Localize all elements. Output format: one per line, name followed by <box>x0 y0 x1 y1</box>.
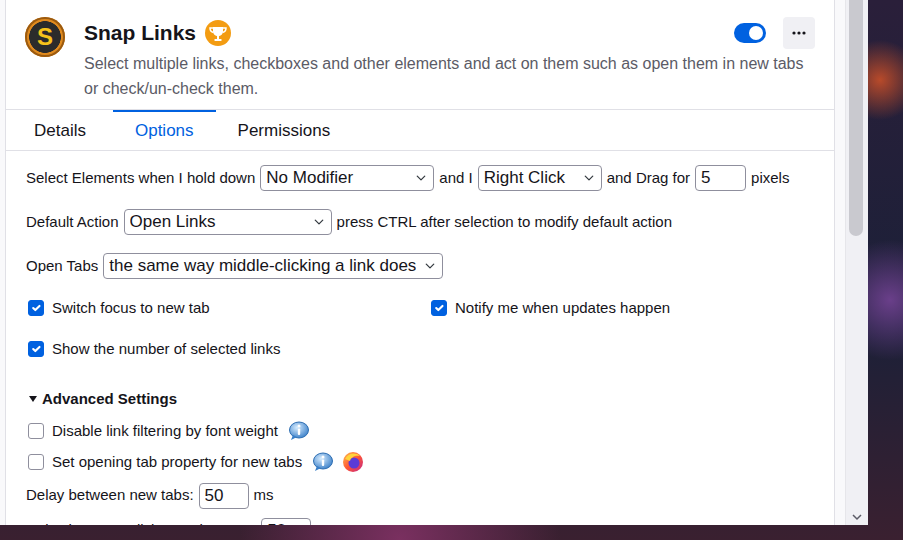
delay-label: Delay between new tabs: <box>26 484 194 507</box>
delay-unit: ms <box>316 519 336 525</box>
checkbox[interactable] <box>28 454 44 470</box>
options-panel: Select Elements when I hold downNo Modif… <box>6 151 834 525</box>
default-action-hint: press CTRL after selection to modify def… <box>337 211 672 234</box>
enable-toggle[interactable] <box>734 23 766 43</box>
checkbox-label[interactable]: Set opening tab property for new tabs <box>52 451 302 474</box>
drag-input[interactable] <box>695 165 746 191</box>
delay-label: Delay between clicks on elements: <box>26 519 256 525</box>
checkbox[interactable] <box>431 300 447 316</box>
info-icon <box>312 452 334 472</box>
info-icon <box>288 421 310 441</box>
open-tabs-label: Open Tabs <box>26 255 98 278</box>
addon-header: S Snap Links Select multiple links, checkb… <box>6 0 834 110</box>
tab[interactable]: Details <box>6 110 113 150</box>
delay-input[interactable] <box>199 483 249 509</box>
checkbox-label[interactable]: Show the number of selected links <box>52 338 280 361</box>
delay-row: Delay between new tabs: ms <box>26 483 814 509</box>
open-tabs-row: Open Tabsthe same way middle-clicking a … <box>26 253 814 279</box>
checkbox[interactable] <box>28 341 44 357</box>
default-action-label: Default Action <box>26 211 119 234</box>
disclosure-triangle-icon[interactable] <box>29 396 37 402</box>
checkbox-group: Switch focus to new tab Notify me when up… <box>26 297 814 360</box>
selection-label: Select Elements when I hold down <box>26 167 255 190</box>
checkbox[interactable] <box>28 423 44 439</box>
toggle-knob <box>749 26 763 40</box>
delay-row: Delay between clicks on elements: ms <box>26 518 814 526</box>
tab-bar: DetailsOptionsPermissions <box>6 110 834 151</box>
addon-description: Select multiple links, checkboxes and ot… <box>84 51 812 109</box>
title-row: Snap Links <box>84 17 815 49</box>
trophy-icon <box>204 19 232 47</box>
tab[interactable]: Permissions <box>216 110 353 150</box>
more-icon <box>791 25 807 41</box>
checkbox-label[interactable]: Switch focus to new tab <box>52 297 210 320</box>
option-checkbox[interactable]: Notify me when updates happen <box>429 297 814 320</box>
more-options-button[interactable] <box>783 17 815 49</box>
advanced-checkbox[interactable]: Set opening tab property for new tabs <box>26 451 814 474</box>
addon-manager: S Snap Links Select multiple links, checkb… <box>0 0 868 525</box>
button-select[interactable]: Right Click <box>478 165 602 191</box>
drag-label: and Drag for <box>607 167 690 190</box>
scrollbar[interactable] <box>845 0 868 525</box>
modifier-select[interactable]: No Modifier <box>260 165 434 191</box>
unit-label: pixels <box>751 167 789 190</box>
addon-heading: Snap Links Select multiple links, checkbo… <box>84 17 815 109</box>
open-tabs-select[interactable]: the same way middle-clicking a link does <box>103 253 443 279</box>
page: S Snap Links Select multiple links, checkb… <box>0 0 845 525</box>
default-action-row: Default ActionOpen Linkspress CTRL after… <box>26 209 814 235</box>
option-checkbox[interactable]: Show the number of selected links <box>26 338 429 361</box>
joiner-label: and I <box>439 167 472 190</box>
delay-unit: ms <box>254 484 274 507</box>
default-action-select[interactable]: Open Links <box>124 209 332 235</box>
checkbox-label[interactable]: Disable link filtering by font weight <box>52 420 278 443</box>
advanced-checkbox[interactable]: Disable link filtering by font weight <box>26 420 814 443</box>
addon-card: S Snap Links Select multiple links, checkb… <box>5 0 835 525</box>
tab[interactable]: Options <box>113 110 216 150</box>
advanced-settings-label[interactable]: Advanced Settings <box>42 388 177 411</box>
scrollbar-thumb[interactable] <box>849 0 863 236</box>
addon-name: Snap Links <box>84 20 196 46</box>
advanced-settings-toggle[interactable]: Advanced Settings <box>26 388 814 411</box>
scroll-down-icon[interactable] <box>851 511 863 523</box>
selection-row: Select Elements when I hold downNo Modif… <box>26 165 814 191</box>
delay-input[interactable] <box>261 518 311 526</box>
option-checkbox[interactable]: Switch focus to new tab <box>26 297 429 320</box>
checkbox-label[interactable]: Notify me when updates happen <box>455 297 670 320</box>
checkbox[interactable] <box>28 300 44 316</box>
firefox-icon <box>342 451 364 473</box>
addon-logo: S <box>25 17 65 57</box>
